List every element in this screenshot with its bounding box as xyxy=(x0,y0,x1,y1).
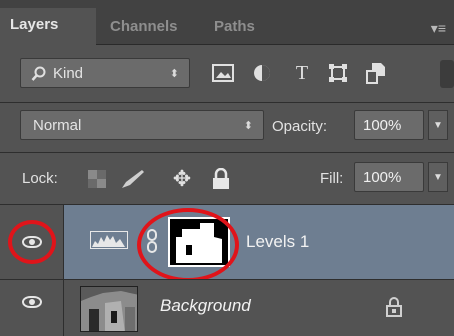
visibility-toggle[interactable] xyxy=(0,205,64,279)
kind-filter-dropdown[interactable]: Kind ⬍ xyxy=(20,58,190,88)
lock-row: Lock: ✥ Fill: 100% ▼ xyxy=(0,158,454,198)
shape-filter-icon[interactable] xyxy=(328,63,348,83)
lock-icon xyxy=(386,297,402,317)
lock-label: Lock: xyxy=(22,170,58,187)
layers-panel: Layers Channels Paths ▾≡ Kind ⬍ T Normal… xyxy=(0,0,454,336)
eye-icon xyxy=(22,296,42,308)
lock-image-pixels-icon[interactable] xyxy=(120,168,146,190)
opacity-input[interactable]: 100% xyxy=(354,110,424,140)
filter-toggle-switch[interactable] xyxy=(440,60,454,88)
search-icon xyxy=(31,66,46,81)
blend-mode-dropdown[interactable]: Normal ⬍ xyxy=(20,110,264,140)
tab-layers[interactable]: Layers xyxy=(0,8,96,45)
blend-mode-value: Normal xyxy=(33,117,82,134)
filter-row: Kind ⬍ T xyxy=(0,54,454,94)
visibility-toggle[interactable] xyxy=(0,280,64,336)
panel-tabbar: Layers Channels Paths ▾≡ xyxy=(0,0,454,45)
updown-arrow-icon: ⬍ xyxy=(243,120,253,132)
updown-arrow-icon: ⬍ xyxy=(169,68,179,80)
lock-position-icon[interactable]: ✥ xyxy=(170,167,194,191)
background-photo xyxy=(81,287,137,331)
panel-menu-icon[interactable]: ▾≡ xyxy=(431,20,446,37)
lock-transparent-pixels-icon[interactable] xyxy=(88,170,106,188)
type-filter-icon[interactable]: T xyxy=(290,61,314,85)
smart-object-filter-icon[interactable] xyxy=(366,62,386,84)
adjustment-filter-icon[interactable] xyxy=(252,63,272,83)
opacity-label: Opacity: xyxy=(272,118,328,135)
layer-name[interactable]: Background xyxy=(160,296,251,316)
fill-value: 100% xyxy=(363,169,402,186)
opacity-value: 100% xyxy=(363,117,402,134)
highlight-ring xyxy=(137,208,239,282)
levels-adjustment-icon xyxy=(90,231,128,249)
image-filter-icon[interactable] xyxy=(212,64,234,82)
tab-paths[interactable]: Paths xyxy=(204,10,270,44)
layer-row-background[interactable]: Background xyxy=(0,280,454,336)
layer-thumbnail[interactable] xyxy=(80,286,138,332)
fill-label: Fill: xyxy=(320,170,344,187)
lock-all-icon[interactable] xyxy=(212,168,230,190)
fill-dropdown-arrow[interactable]: ▼ xyxy=(428,162,448,192)
highlight-ring xyxy=(8,220,56,264)
opacity-dropdown-arrow[interactable]: ▼ xyxy=(428,110,448,140)
tab-channels[interactable]: Channels xyxy=(100,10,200,44)
layer-row-levels-1[interactable]: Levels 1 xyxy=(0,205,454,282)
blend-row: Normal ⬍ Opacity: 100% ▼ xyxy=(0,108,454,148)
layer-name[interactable]: Levels 1 xyxy=(246,232,309,252)
fill-input[interactable]: 100% xyxy=(354,162,424,192)
kind-filter-label: Kind xyxy=(53,65,84,82)
